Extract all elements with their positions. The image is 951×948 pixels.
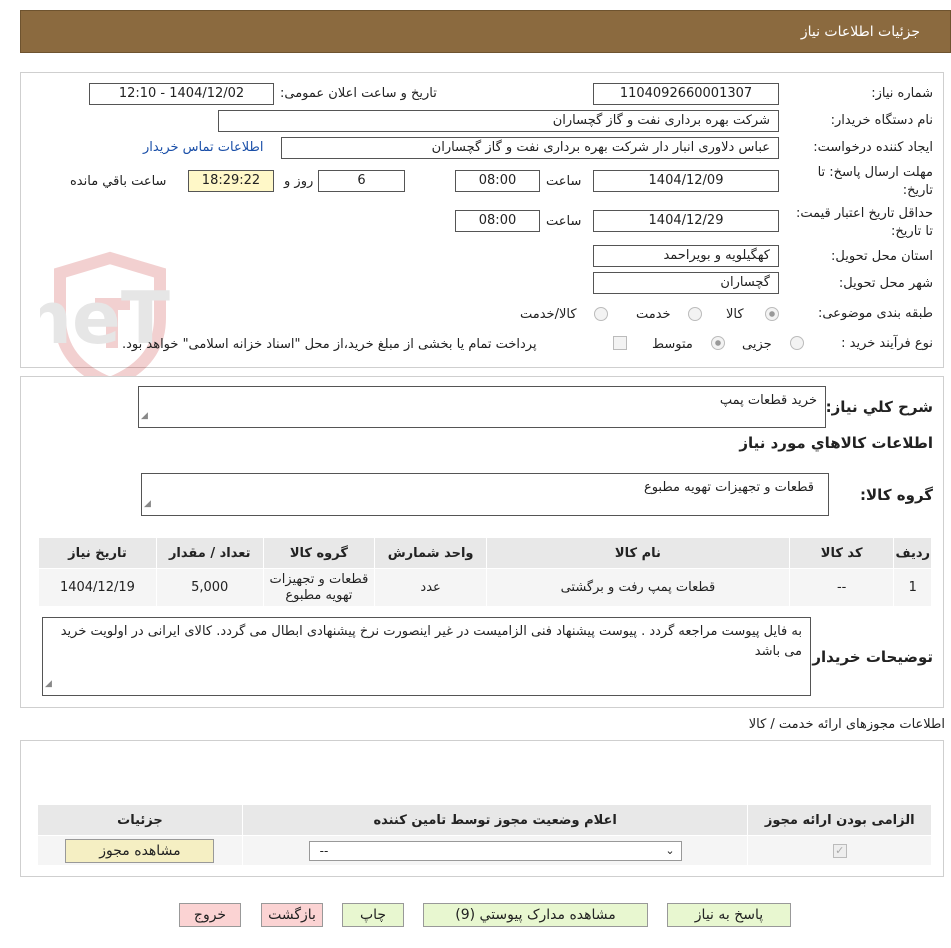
resize-grip-icon[interactable]: ◢: [141, 406, 148, 426]
days-label: روز و: [284, 174, 314, 189]
col-date: تاريخ نياز: [38, 537, 157, 569]
licenses-table: الزامی بودن ارائه مجوز اعلام وضعیت مجوز …: [37, 804, 932, 866]
deadline-time-label: ساعت: [546, 174, 582, 189]
city-label: شهر محل تحویل:: [838, 276, 933, 291]
back-button[interactable]: بازگشت: [261, 903, 323, 927]
col-license-details: جزئیات: [37, 804, 243, 836]
category-goods-service-radio[interactable]: [594, 307, 608, 321]
creator-label: ایجاد کننده درخواست:: [813, 140, 933, 155]
remaining-time-field: 18:29:22: [188, 170, 274, 192]
goods-group-label: گروه کالا:: [860, 486, 933, 504]
process-minor-label: جزیی: [742, 337, 772, 352]
col-row: رديف: [893, 537, 932, 569]
col-name: نام کالا: [485, 537, 790, 569]
need-number-field: 1104092660001307: [593, 83, 779, 105]
cell-license-details: مشاهده مجوز: [37, 835, 243, 866]
view-attachments-button[interactable]: مشاهده مدارک پیوستي (9): [423, 903, 648, 927]
cell-code: --: [788, 568, 895, 607]
announce-label: تاریخ و ساعت اعلان عمومی:: [280, 86, 437, 101]
deadline-label: مهلت ارسال پاسخ: تا تاریخ:: [817, 165, 933, 198]
items-table-header: رديف کد کالا نام کالا واحد شمارش گروه کا…: [38, 537, 932, 569]
goods-info-title: اطلاعات کالاهاي مورد نياز: [739, 434, 933, 452]
process-label: نوع فرآیند خرید :: [841, 336, 933, 351]
view-license-button[interactable]: مشاهده مجوز: [65, 838, 215, 863]
category-goods-label: کالا: [726, 307, 744, 322]
reply-button[interactable]: پاسخ به نیاز: [667, 903, 791, 927]
col-license-status: اعلام وضعیت مجوز توسط تامین کننده: [241, 804, 749, 836]
summary-textarea: خرید قطعات پمپ ◢: [138, 386, 826, 428]
validity-time-field: 08:00: [455, 210, 540, 232]
treasury-payment-note: پرداخت تمام یا بخشی از مبلغ خرید،از محل …: [122, 337, 537, 352]
resize-grip-icon[interactable]: ◢: [45, 674, 52, 694]
process-medium-radio[interactable]: [711, 336, 725, 350]
col-qty: تعداد / مقدار: [155, 537, 264, 569]
creator-field: عباس دلاوری انبار دار شرکت بهره برداری ن…: [281, 137, 779, 159]
buyer-label: نام دستگاه خریدار:: [830, 113, 933, 128]
cell-date: 1404/12/19: [38, 568, 157, 607]
cell-row: 1: [893, 568, 932, 607]
announce-field: 1404/12/02 - 12:10: [89, 83, 274, 105]
exit-button[interactable]: خروج: [179, 903, 241, 927]
city-field: گچساران: [593, 272, 779, 294]
buyer-notes-textarea: به فایل پیوست مراجعه گردد . پیوست پیشنها…: [42, 617, 811, 696]
page-title: جزئیات اطلاعات نیاز: [800, 24, 920, 40]
license-status-value: --: [319, 843, 329, 858]
cell-name: قطعات پمپ رفت و برگشتی: [485, 568, 790, 607]
print-button[interactable]: چاپ: [342, 903, 404, 927]
process-medium-label: متوسط: [652, 337, 693, 352]
validity-time-label: ساعت: [546, 214, 582, 229]
goods-group-text: قطعات و تجهیزات تهویه مطبوع: [643, 480, 814, 495]
province-label: استان محل تحویل:: [831, 249, 933, 264]
cell-license-status: -- ⌄: [241, 835, 749, 866]
validity-label: حداقل تاریخ اعتبار قیمت: تا تاریخ:: [795, 206, 933, 239]
goods-group-textarea: قطعات و تجهیزات تهویه مطبوع ◢: [141, 473, 829, 516]
province-field: کهگیلویه و بویراحمد: [593, 245, 779, 267]
licenses-section-title: اطلاعات مجوزهای ارائه خدمت / کالا: [748, 717, 945, 732]
summary-text: خرید قطعات پمپ: [719, 393, 817, 408]
summary-label: شرح کلي نياز:: [825, 398, 933, 416]
table-row: ✓ -- ⌄ مشاهده مجوز: [37, 835, 932, 866]
licenses-table-header: الزامی بودن ارائه مجوز اعلام وضعیت مجوز …: [37, 804, 932, 836]
cell-license-required: ✓: [747, 835, 932, 866]
need-number-label: شماره نیاز:: [871, 86, 933, 101]
category-goods-radio[interactable]: [765, 307, 779, 321]
cell-unit: عدد: [374, 568, 487, 607]
category-goods-service-label: کالا/خدمت: [520, 307, 577, 322]
col-group: گروه کالا: [262, 537, 376, 569]
process-minor-radio[interactable]: [790, 336, 804, 350]
col-code: کد کالا: [788, 537, 895, 569]
deadline-date-field: 1404/12/09: [593, 170, 779, 192]
license-status-select[interactable]: -- ⌄: [308, 840, 682, 861]
col-license-required: الزامی بودن ارائه مجوز: [747, 804, 932, 836]
resize-grip-icon[interactable]: ◢: [144, 494, 151, 514]
category-service-radio[interactable]: [688, 307, 702, 321]
buyer-notes-label: توضیحات خریدار:: [806, 648, 933, 666]
buyer-field: شرکت بهره برداری نفت و گاز گچساران: [218, 110, 779, 132]
items-table: رديف کد کالا نام کالا واحد شمارش گروه کا…: [38, 537, 932, 607]
buyer-contact-link[interactable]: اطلاعات تماس خریدار: [143, 140, 263, 155]
buyer-notes-text: به فایل پیوست مراجعه گردد . پیوست پیشنها…: [60, 624, 802, 659]
deadline-time-field: 08:00: [455, 170, 540, 192]
category-service-label: خدمت: [636, 307, 671, 322]
license-required-checkbox[interactable]: ✓: [832, 844, 847, 858]
category-label: طبقه بندی موضوعی:: [817, 306, 933, 321]
treasury-payment-checkbox[interactable]: [613, 336, 627, 350]
table-row: 1 -- قطعات پمپ رفت و برگشتی عدد قطعات و …: [38, 568, 932, 607]
validity-date-field: 1404/12/29: [593, 210, 779, 232]
col-unit: واحد شمارش: [374, 537, 487, 569]
page-header: جزئیات اطلاعات نیاز: [20, 10, 951, 53]
cell-qty: 5,000: [155, 568, 264, 607]
chevron-down-icon: ⌄: [665, 843, 675, 857]
remaining-label: ساعت باقي مانده: [70, 174, 167, 189]
days-field: 6: [318, 170, 405, 192]
cell-group: قطعات و تجهیزات تهویه مطبوع: [262, 568, 376, 607]
